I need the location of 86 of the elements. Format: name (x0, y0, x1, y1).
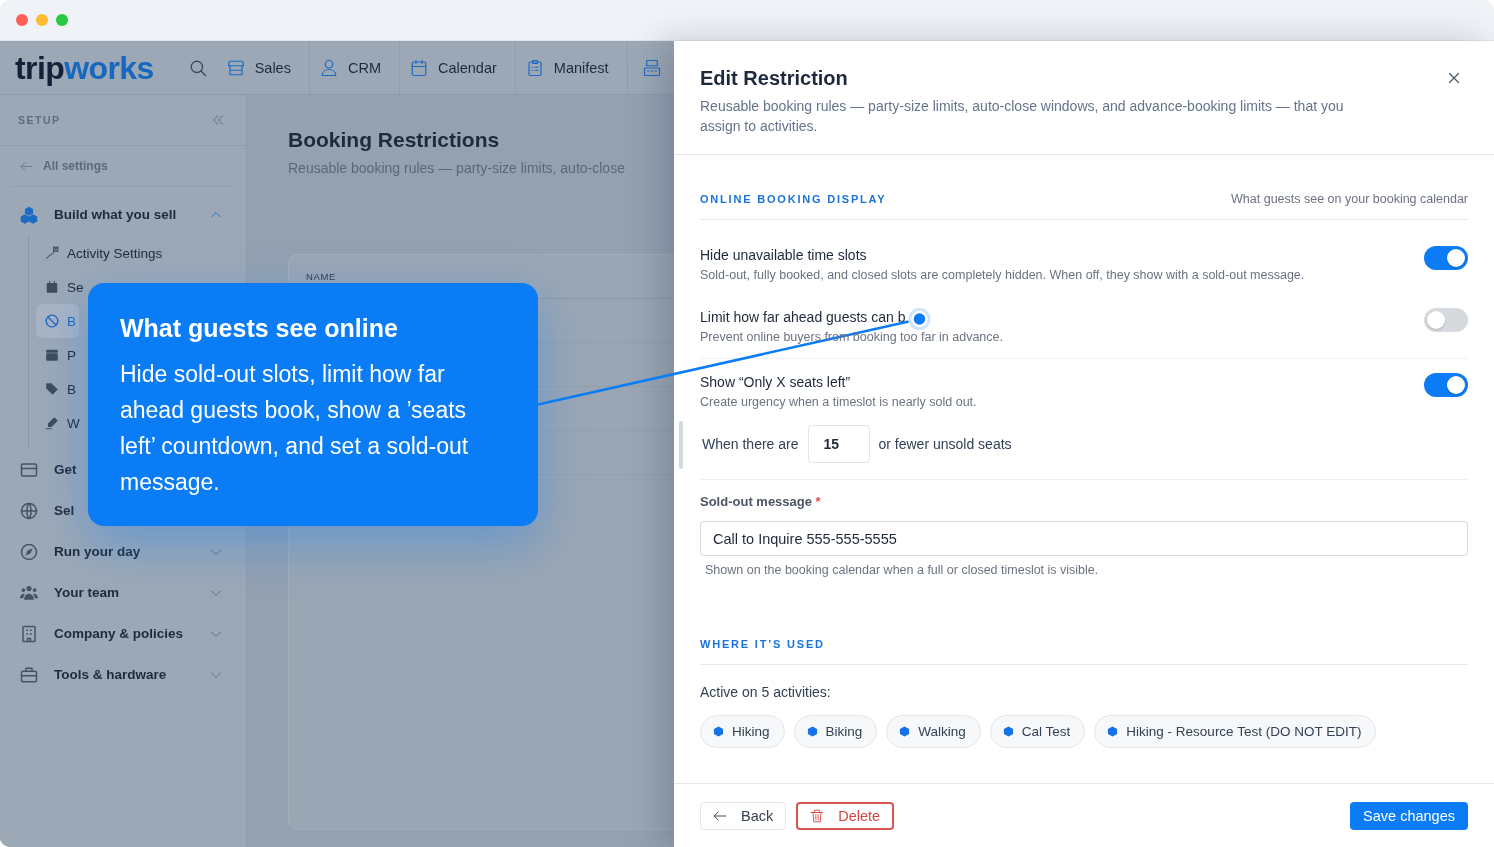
page-subtitle: Reusable booking rules — party-size limits, auto-close (288, 159, 626, 178)
card-icon (20, 460, 38, 479)
box-icon (45, 348, 59, 362)
toggle-switch[interactable] (1424, 308, 1468, 332)
field-help: Shown on the booking calendar when a full or closed timeslot is visible. (704, 562, 1100, 578)
activities-summary: Active on 5 activities: (700, 683, 832, 701)
activity-chip[interactable]: Hiking - Resource Test (DO NOT EDIT) (1094, 715, 1377, 748)
activity-chip[interactable]: Cal Test (989, 715, 1086, 748)
sidebar-item[interactable]: Se (36, 270, 87, 304)
toggle-switch[interactable] (1424, 246, 1468, 270)
cube-icon (899, 726, 911, 737)
threshold-label: When there are (702, 436, 799, 452)
route-icon (45, 246, 59, 260)
building-icon (20, 624, 38, 643)
search-icon[interactable] (188, 58, 207, 77)
nav-tab[interactable]: CRM (309, 41, 400, 94)
drawer-description: Reusable booking rules — party-size limits, auto-close windows, and advance-booking limits — that you assign to activities. (700, 97, 1345, 136)
callout-title: What guests see online (120, 313, 399, 343)
seats-threshold-field[interactable]: 15 (807, 425, 870, 463)
nav-tab[interactable]: Calendar (399, 41, 516, 94)
delete-button[interactable]: Delete (796, 801, 895, 830)
section-heading: ONLINE BOOKING DISPLAY (700, 192, 887, 207)
trash-icon (810, 808, 825, 823)
tag-icon (45, 382, 59, 396)
sidebar-group[interactable]: Run your day (0, 531, 246, 572)
nav-tab[interactable]: Sales (216, 41, 310, 94)
column-header: NAME (306, 271, 336, 282)
cube-icon (806, 726, 818, 737)
threshold-suffix: or fewer unsold seats (878, 436, 1012, 452)
sold-out-message-field[interactable]: Call to Inquire 555-555-5555 (700, 521, 1468, 556)
save-button[interactable]: Save changes (1350, 801, 1468, 830)
cube-icon (1002, 726, 1014, 737)
setting-description: Create urgency when a timeslot is nearly sold out. (700, 394, 977, 411)
setting-label: Hide unavailable time slots (700, 246, 867, 265)
ban-icon (45, 314, 59, 328)
close-button[interactable] (1448, 72, 1460, 84)
setting-label: Limit how far ahead guests can b (700, 308, 906, 327)
globe-icon (20, 501, 38, 520)
person-icon (319, 58, 338, 77)
sidebar-group[interactable]: Sel (0, 490, 78, 531)
section-note: What guests see on your booking calendar (1231, 192, 1468, 206)
cube-icon (713, 726, 724, 737)
store-icon (226, 58, 245, 77)
sidebar-item[interactable]: Activity Settings (36, 236, 166, 270)
setting-description: Sold-out, fully booked, and closed slots are completely hidden. When off, they show with a sold-out message. (700, 267, 1305, 284)
sidebar-group[interactable]: Build what you sell (0, 194, 246, 235)
clipboard-icon (525, 58, 544, 77)
sidebar-item[interactable]: B (36, 372, 79, 406)
cubes-icon (20, 205, 38, 224)
calendar-icon (409, 58, 428, 77)
activity-chip[interactable]: Hiking (700, 715, 785, 748)
collapse-icon[interactable] (212, 114, 224, 126)
sidebar-item[interactable]: W (36, 406, 83, 440)
cube-icon (1107, 726, 1119, 737)
sidebar-group[interactable]: Tools & hardware (0, 654, 246, 695)
people-icon (20, 583, 38, 602)
toggle-switch[interactable] (1424, 373, 1468, 397)
nav-tab[interactable]: Manifest (515, 41, 628, 94)
section-heading: WHERE IT’S USED (700, 637, 825, 652)
activity-chip[interactable]: Walking (886, 715, 981, 748)
sidebar-group[interactable]: Your team (0, 572, 246, 613)
toolbox-icon (20, 665, 38, 684)
setting-label: Show “Only X seats left” (700, 373, 851, 392)
arrow-left-icon (20, 159, 33, 173)
cash-register-icon[interactable] (642, 58, 661, 77)
calendar-icon (45, 280, 59, 294)
resize-handle[interactable] (679, 421, 683, 469)
window-close-button[interactable] (16, 13, 28, 26)
logo[interactable]: tripworks (15, 50, 154, 85)
sidebar-heading: SETUP (18, 114, 61, 126)
window-maximize-button[interactable] (56, 13, 68, 26)
window-minimize-button[interactable] (36, 13, 48, 26)
close-icon (1448, 72, 1460, 84)
sidebar-group[interactable]: Get (0, 449, 80, 490)
sidebar-group[interactable]: Company & policies (0, 613, 246, 654)
callout-body: Hide sold-out slots, limit how far ahead guests book, show a ’seats left’ countdown, and set a sold-out message. (120, 360, 470, 497)
sidebar-item[interactable]: P (36, 338, 79, 372)
pointer-dot-icon (908, 308, 931, 330)
arrow-left-icon (713, 808, 727, 823)
field-label: Sold-out message * (700, 493, 822, 511)
page-title: Booking Restrictions (288, 127, 501, 153)
drawer-title: Edit Restriction (700, 66, 848, 91)
activity-chip[interactable]: Biking (793, 715, 878, 748)
compass-icon (20, 542, 38, 561)
back-button[interactable]: Back (700, 801, 787, 830)
pen-icon (45, 416, 59, 430)
